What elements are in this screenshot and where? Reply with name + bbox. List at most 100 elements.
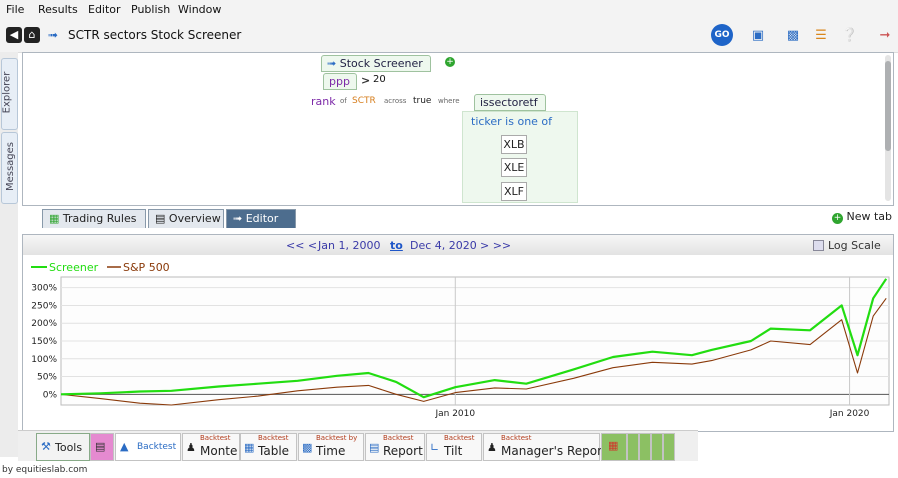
- messages-tab[interactable]: Messages: [1, 132, 18, 204]
- extra-tab-3[interactable]: [639, 433, 651, 461]
- start-date[interactable]: Jan 1, 2000: [318, 239, 380, 252]
- of-word: of: [340, 97, 347, 105]
- backtest-tilt-tab[interactable]: ∟ Backtest Tilt: [426, 433, 482, 461]
- where-word: where: [438, 97, 460, 105]
- new-tab-label: New tab: [846, 210, 893, 223]
- tab-small-label: Backtest by: [316, 434, 358, 442]
- help-icon[interactable]: ❔: [840, 26, 860, 46]
- credit-text: by equitieslab.com: [2, 465, 88, 475]
- sctr-word[interactable]: SCTR: [352, 96, 376, 106]
- operator: >: [361, 74, 371, 87]
- plus-icon: +: [832, 213, 843, 224]
- tab-trading-rules-label: Trading Rules: [62, 212, 137, 225]
- home-icon[interactable]: ⌂: [24, 27, 40, 43]
- tab-trading-rules[interactable]: ▦ Trading Rules: [42, 209, 146, 228]
- extra-tab-1[interactable]: ▦: [601, 433, 627, 461]
- y-tick-label: 150%: [31, 337, 57, 347]
- rule-editor-panel: ➟ Stock Screener + ppp > 20 rank of SCTR…: [22, 52, 894, 206]
- menu-editor[interactable]: Editor: [88, 3, 121, 16]
- tab-editor[interactable]: ➟ Editor: [226, 209, 296, 228]
- tab-small-label: Backtest: [444, 434, 475, 442]
- date-prev-nav[interactable]: << <: [286, 239, 317, 252]
- tilt-label: Tilt: [444, 444, 463, 458]
- add-node-icon[interactable]: +: [445, 57, 455, 67]
- backtest-monte-tab[interactable]: ♟ Backtest Monte: [182, 433, 240, 461]
- go-button[interactable]: GO: [711, 24, 733, 46]
- toolbar: ◀ ⌂ ➟ SCTR sectors Stock Screener GO ▣ ▩…: [0, 20, 898, 53]
- ticker-chip[interactable]: XLF: [501, 182, 527, 201]
- ticker-chip[interactable]: XLB: [501, 135, 527, 154]
- backtest-report-tab[interactable]: ▤ Backtest Report: [365, 433, 425, 461]
- page-title: SCTR sectors Stock Screener: [68, 28, 242, 42]
- extra-tab-5[interactable]: [663, 433, 675, 461]
- managers-report-label: Manager's Report: [501, 444, 607, 458]
- extra-tab-2[interactable]: [627, 433, 639, 461]
- tab-small-label: Backtest: [383, 434, 414, 442]
- spreadsheet-icon: ▦: [608, 439, 619, 452]
- chart-header: << < Jan 1, 2000 to Dec 4, 2020 > >> Log…: [23, 235, 893, 255]
- notes-tab[interactable]: ▤: [90, 433, 114, 461]
- editor-scrollbar[interactable]: [885, 55, 891, 201]
- to-link[interactable]: to: [390, 239, 403, 252]
- tab-overview-label: Overview: [168, 212, 221, 225]
- tools-tab[interactable]: ⚒ Tools: [36, 433, 90, 461]
- notes-icon: ▤: [95, 440, 106, 453]
- explorer-tab-label: Explorer: [1, 71, 13, 114]
- editor-tab-row: ▦ Trading Rules ▤ Overview ➟ Editor + Ne…: [18, 206, 898, 228]
- backtest-tab[interactable]: ▲ Backtest: [115, 433, 181, 461]
- chart-icon[interactable]: ▣: [748, 26, 768, 46]
- extra-tab-4[interactable]: [651, 433, 663, 461]
- tilt-icon: ∟: [430, 441, 440, 454]
- y-tick-label: 300%: [31, 284, 57, 294]
- menu-results[interactable]: Results: [38, 3, 78, 16]
- across-word: across: [384, 97, 407, 105]
- log-scale-checkbox[interactable]: [813, 240, 824, 251]
- y-tick-label: 50%: [37, 373, 57, 383]
- wrench-icon: ⚒: [41, 440, 51, 453]
- tab-small-label: Backtest: [258, 434, 289, 442]
- tools-bar: ⚒ Tools ▤ ▲ Backtest ♟ Backtest Monte ▦ …: [18, 430, 698, 461]
- y-tick-label: 250%: [31, 301, 57, 311]
- menu-file[interactable]: File: [6, 3, 24, 16]
- legend-label-screener: Screener: [49, 261, 99, 274]
- menu-window[interactable]: Window: [178, 3, 221, 16]
- explorer-tab[interactable]: Explorer: [1, 58, 18, 130]
- new-tab-button[interactable]: + New tab: [832, 210, 892, 224]
- ticker-rule-box: ticker is one of XLB XLE XLF: [462, 111, 578, 203]
- issectoretf-node[interactable]: issectoretf: [474, 94, 546, 111]
- messages-tab-label: Messages: [5, 141, 17, 192]
- date-next-nav[interactable]: > >>: [480, 239, 511, 252]
- stock-screener-node[interactable]: ➟ Stock Screener: [321, 55, 431, 72]
- editor-scroll-thumb[interactable]: [885, 61, 891, 151]
- tab-overview[interactable]: ▤ Overview: [148, 209, 224, 228]
- report-icon: ▤: [369, 441, 380, 454]
- list-icon[interactable]: ☰: [811, 26, 831, 46]
- backtest-table-tab[interactable]: ▦ Backtest Table: [240, 433, 297, 461]
- menu-bar: File Results Editor Publish Window: [0, 0, 898, 20]
- ppp-field[interactable]: ppp: [323, 73, 357, 90]
- tab-small-label: Backtest: [200, 434, 231, 442]
- tab-small-label: Backtest: [501, 434, 532, 442]
- end-date[interactable]: Dec 4, 2020: [410, 239, 477, 252]
- backtest-time-tab[interactable]: ▩ Backtest by Time: [298, 433, 364, 461]
- ticker-rule-label: ticker is one of: [471, 115, 553, 128]
- save-icon[interactable]: ▩: [783, 26, 803, 46]
- x-tick-label: Jan 2010: [434, 409, 475, 419]
- true-word[interactable]: true: [413, 96, 431, 106]
- editor-tab-icon: ➟: [233, 212, 243, 225]
- threshold-value[interactable]: 20: [373, 74, 386, 85]
- y-tick-label: 100%: [31, 355, 57, 365]
- report-label: Report: [383, 444, 423, 458]
- y-tick-label: 0%: [43, 390, 58, 400]
- menu-publish[interactable]: Publish: [131, 3, 170, 16]
- time-label: Time: [316, 444, 346, 458]
- screener-node-icon: ➟: [327, 57, 337, 70]
- backtest-label: Backtest: [137, 442, 177, 452]
- side-tab-strip: Explorer Messages: [0, 52, 18, 457]
- rank-word: rank: [311, 95, 336, 108]
- exit-icon[interactable]: ➞: [875, 26, 895, 46]
- chart-panel: << < Jan 1, 2000 to Dec 4, 2020 > >> Log…: [22, 234, 894, 432]
- back-icon[interactable]: ◀: [6, 27, 22, 43]
- managers-report-tab[interactable]: ♟ Backtest Manager's Report: [483, 433, 607, 461]
- ticker-chip[interactable]: XLE: [501, 158, 527, 177]
